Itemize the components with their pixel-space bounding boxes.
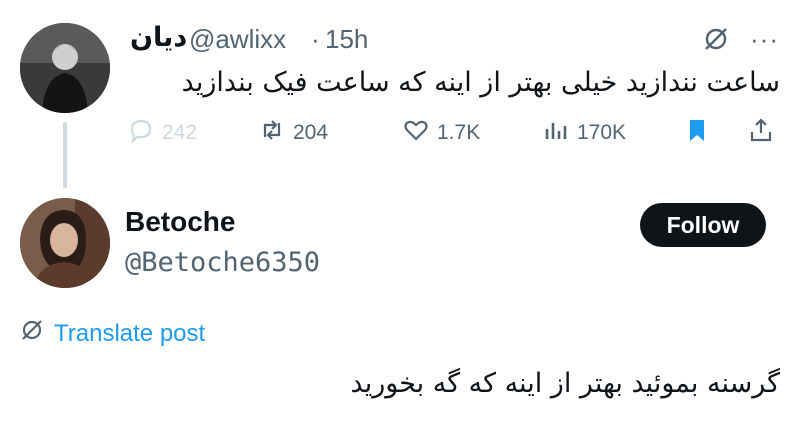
post-time[interactable]: 15h xyxy=(325,24,368,55)
reply-author-handle[interactable]: @Betoche6350 xyxy=(125,247,320,278)
post-text: ساعت نندازید خیلی بهتر از اینه که ساعت ف… xyxy=(181,67,780,98)
author-handle[interactable]: @awlixx xyxy=(189,24,286,55)
share-icon xyxy=(748,117,774,149)
translate-icon xyxy=(20,318,54,349)
heart-icon xyxy=(403,117,429,149)
bookmark-button[interactable] xyxy=(684,118,710,148)
like-button[interactable]: 1.7K xyxy=(403,118,480,148)
more-icon[interactable]: ··· xyxy=(750,24,779,55)
views-count: 170K xyxy=(577,121,627,144)
repost-button[interactable]: 204 xyxy=(259,118,328,148)
avatar-betoche[interactable] xyxy=(20,198,110,288)
follow-button[interactable]: Follow xyxy=(640,203,766,247)
reply-count: 242 xyxy=(162,121,198,144)
reply-icon xyxy=(128,117,154,149)
author-name[interactable]: دیان xyxy=(130,22,187,53)
views-button[interactable]: 170K xyxy=(543,118,626,148)
separator-dot: · xyxy=(311,24,320,54)
avatar-awlixx[interactable] xyxy=(20,23,110,113)
views-icon xyxy=(543,117,569,149)
translate-post-link[interactable]: Translate post xyxy=(20,318,205,349)
repost-count: 204 xyxy=(293,121,329,144)
reply-button[interactable]: 242 xyxy=(128,118,197,148)
thread-line xyxy=(63,122,67,188)
grok-icon[interactable] xyxy=(703,26,729,52)
translate-label: Translate post xyxy=(54,319,206,347)
repost-icon xyxy=(259,117,285,149)
bookmark-icon xyxy=(684,117,710,149)
reply-author-name[interactable]: Betoche xyxy=(125,206,235,238)
reply-text: گرسنه بموئید بهتر از اینه که گه بخورید xyxy=(350,368,780,399)
share-button[interactable] xyxy=(748,118,774,148)
like-count: 1.7K xyxy=(437,121,481,144)
